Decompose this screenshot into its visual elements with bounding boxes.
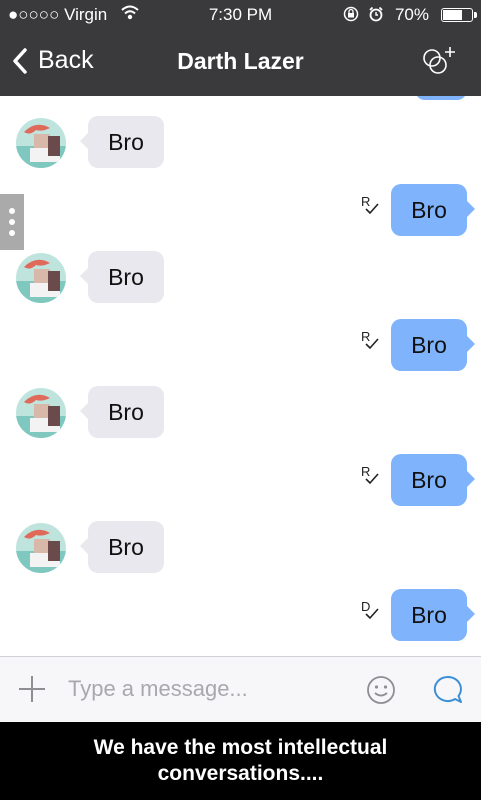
contact-avatar[interactable]: [16, 253, 66, 303]
outgoing-message-bubble[interactable]: Bro: [391, 453, 475, 506]
chat-bubble-icon: [433, 675, 462, 703]
contact-avatar[interactable]: [16, 523, 66, 573]
outgoing-message-bubble[interactable]: Bro: [391, 318, 475, 371]
read-receipt: R: [360, 329, 380, 353]
checkmark-icon: [365, 337, 379, 349]
read-receipt: D: [360, 599, 380, 623]
plus-icon: [19, 676, 45, 702]
incoming-message-bubble[interactable]: Bro: [80, 386, 164, 438]
conversation-title: Darth Lazer: [177, 48, 304, 74]
read-receipt: R: [360, 464, 380, 488]
back-label: Back: [38, 46, 94, 74]
checkmark-icon: [365, 472, 379, 484]
contact-avatar[interactable]: [16, 118, 66, 168]
message-list[interactable]: Bro R Bro Bro R Bro Bro R Bro Bro D Bro: [0, 96, 481, 656]
checkmark-icon: [365, 607, 379, 619]
caption-line-1: We have the most intellectual: [93, 736, 388, 759]
chevron-left-icon: [13, 47, 27, 74]
composer-bar: [0, 656, 481, 722]
smiley-icon: [367, 676, 395, 704]
message-input[interactable]: [68, 671, 338, 707]
battery-percent: 70%: [394, 5, 429, 24]
incoming-message-bubble[interactable]: Bro: [80, 116, 164, 168]
emoji-button[interactable]: [366, 675, 396, 705]
outgoing-message-bubble[interactable]: Bro: [391, 588, 475, 641]
checkmark-icon: [365, 202, 379, 214]
caption-line-2: conversations....: [157, 762, 324, 785]
add-attachment-button[interactable]: [16, 673, 48, 705]
nav-bar: Back Darth Lazer: [0, 30, 481, 96]
side-menu-handle[interactable]: [0, 194, 24, 250]
top-bar: ●○○○○ Virgin 7:30 PM 70% Back Darth Laze…: [0, 0, 481, 96]
add-contact-button[interactable]: [419, 44, 459, 80]
status-bar: ●○○○○ Virgin 7:30 PM 70%: [0, 0, 481, 30]
battery-icon: [441, 8, 477, 22]
meme-caption: We have the most intellectual conversati…: [0, 722, 481, 800]
incoming-message-bubble[interactable]: Bro: [80, 521, 164, 573]
outgoing-message-bubble[interactable]: Bro: [391, 183, 475, 236]
send-button[interactable]: [432, 674, 464, 706]
previous-message-bubble: [415, 96, 467, 100]
back-button[interactable]: Back: [10, 46, 94, 75]
read-receipt: R: [360, 194, 380, 218]
contact-avatar[interactable]: [16, 388, 66, 438]
status-right: 70%: [343, 5, 429, 25]
rotation-lock-icon: [343, 6, 358, 22]
add-contact-icon: [423, 47, 455, 74]
alarm-icon: [369, 6, 383, 22]
incoming-message-bubble[interactable]: Bro: [80, 251, 164, 303]
